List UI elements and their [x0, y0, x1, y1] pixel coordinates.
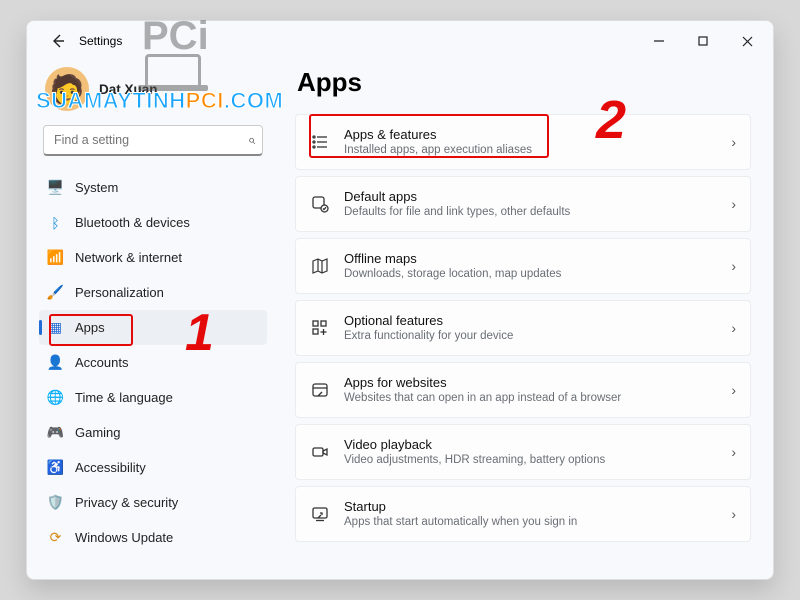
sidebar: 🧑 Dat Xuan ⌕ 🖥️ System ᛒ Bluetooth & devic…	[27, 61, 279, 579]
sidebar-item-label: Accounts	[75, 355, 259, 370]
chevron-right-icon: ›	[731, 382, 736, 398]
chevron-right-icon: ›	[731, 258, 736, 274]
search-icon: ⌕	[248, 132, 255, 148]
sidebar-item-network[interactable]: 📶 Network & internet	[39, 240, 267, 275]
title-bar: Settings	[27, 21, 773, 61]
sidebar-item-label: Accessibility	[75, 460, 259, 475]
search-input[interactable]	[43, 125, 263, 156]
video-icon	[310, 442, 330, 462]
shield-icon: 🛡️	[47, 494, 64, 511]
card-subtitle: Installed apps, app execution aliases	[344, 143, 717, 157]
chevron-right-icon: ›	[731, 134, 736, 150]
sidebar-item-label: Gaming	[75, 425, 259, 440]
back-button[interactable]	[41, 24, 75, 58]
card-subtitle: Websites that can open in an app instead…	[344, 391, 717, 405]
sidebar-item-bluetooth[interactable]: ᛒ Bluetooth & devices	[39, 205, 267, 240]
apps-icon: ▦	[47, 319, 64, 336]
sidebar-item-apps[interactable]: ▦ Apps	[39, 310, 267, 345]
card-list: Apps & featuresInstalled apps, app execu…	[295, 114, 751, 542]
card-offline-maps[interactable]: Offline mapsDownloads, storage location,…	[295, 238, 751, 294]
card-subtitle: Defaults for file and link types, other …	[344, 205, 717, 219]
chevron-right-icon: ›	[731, 506, 736, 522]
card-title: Apps & features	[344, 127, 717, 143]
user-profile[interactable]: 🧑 Dat Xuan	[39, 63, 267, 123]
card-apps-features[interactable]: Apps & featuresInstalled apps, app execu…	[295, 114, 751, 170]
card-video-playback[interactable]: Video playbackVideo adjustments, HDR str…	[295, 424, 751, 480]
card-title: Video playback	[344, 437, 717, 453]
sidebar-item-windows-update[interactable]: ⟳ Windows Update	[39, 520, 267, 555]
sidebar-item-privacy[interactable]: 🛡️ Privacy & security	[39, 485, 267, 520]
search-container: ⌕	[43, 125, 263, 156]
card-title: Offline maps	[344, 251, 717, 267]
map-icon	[310, 256, 330, 276]
list-icon	[310, 132, 330, 152]
sidebar-item-accounts[interactable]: 👤 Accounts	[39, 345, 267, 380]
bluetooth-icon: ᛒ	[47, 214, 64, 231]
chevron-right-icon: ›	[731, 196, 736, 212]
grid-plus-icon	[310, 318, 330, 338]
chevron-right-icon: ›	[731, 444, 736, 460]
sidebar-item-personalization[interactable]: 🖌️ Personalization	[39, 275, 267, 310]
card-title: Default apps	[344, 189, 717, 205]
main-content: Apps Apps & featuresInstalled apps, app …	[279, 61, 773, 579]
close-button[interactable]	[725, 24, 769, 58]
sidebar-item-label: Privacy & security	[75, 495, 259, 510]
card-title: Optional features	[344, 313, 717, 329]
sidebar-item-label: Apps	[75, 320, 259, 335]
minimize-icon	[654, 36, 664, 46]
brush-icon: 🖌️	[47, 284, 64, 301]
card-default-apps[interactable]: Default appsDefaults for file and link t…	[295, 176, 751, 232]
sidebar-item-accessibility[interactable]: ♿ Accessibility	[39, 450, 267, 485]
sidebar-item-label: Bluetooth & devices	[75, 215, 259, 230]
sidebar-item-system[interactable]: 🖥️ System	[39, 170, 267, 205]
window-title: Settings	[79, 34, 122, 48]
card-optional-features[interactable]: Optional featuresExtra functionality for…	[295, 300, 751, 356]
gamepad-icon: 🎮	[47, 424, 64, 441]
website-icon	[310, 380, 330, 400]
chevron-right-icon: ›	[731, 320, 736, 336]
page-title: Apps	[297, 67, 751, 98]
card-title: Apps for websites	[344, 375, 717, 391]
card-title: Startup	[344, 499, 717, 515]
sidebar-item-label: Network & internet	[75, 250, 259, 265]
sidebar-item-label: System	[75, 180, 259, 195]
avatar: 🧑	[45, 67, 89, 111]
startup-icon	[310, 504, 330, 524]
sidebar-item-label: Time & language	[75, 390, 259, 405]
window-controls	[637, 24, 769, 58]
close-icon	[742, 36, 753, 47]
user-name: Dat Xuan	[99, 82, 158, 97]
update-icon: ⟳	[47, 529, 64, 546]
maximize-icon	[698, 36, 708, 46]
card-subtitle: Apps that start automatically when you s…	[344, 515, 717, 529]
globe-icon: 🌐	[47, 389, 64, 406]
sidebar-item-label: Personalization	[75, 285, 259, 300]
settings-window: Settings 🧑 Dat Xuan ⌕ 🖥️ System ᛒ Bluetoot…	[26, 20, 774, 580]
sidebar-item-label: Windows Update	[75, 530, 259, 545]
card-subtitle: Video adjustments, HDR streaming, batter…	[344, 453, 717, 467]
system-icon: 🖥️	[47, 179, 64, 196]
default-apps-icon	[310, 194, 330, 214]
card-subtitle: Extra functionality for your device	[344, 329, 717, 343]
card-startup[interactable]: StartupApps that start automatically whe…	[295, 486, 751, 542]
person-icon: 👤	[47, 354, 64, 371]
card-subtitle: Downloads, storage location, map updates	[344, 267, 717, 281]
arrow-left-icon	[50, 33, 66, 49]
nav-list: 🖥️ System ᛒ Bluetooth & devices 📶 Network &…	[39, 170, 267, 555]
accessibility-icon: ♿	[47, 459, 64, 476]
minimize-button[interactable]	[637, 24, 681, 58]
card-apps-for-websites[interactable]: Apps for websitesWebsites that can open …	[295, 362, 751, 418]
sidebar-item-time-language[interactable]: 🌐 Time & language	[39, 380, 267, 415]
wifi-icon: 📶	[47, 249, 64, 266]
sidebar-item-gaming[interactable]: 🎮 Gaming	[39, 415, 267, 450]
maximize-button[interactable]	[681, 24, 725, 58]
